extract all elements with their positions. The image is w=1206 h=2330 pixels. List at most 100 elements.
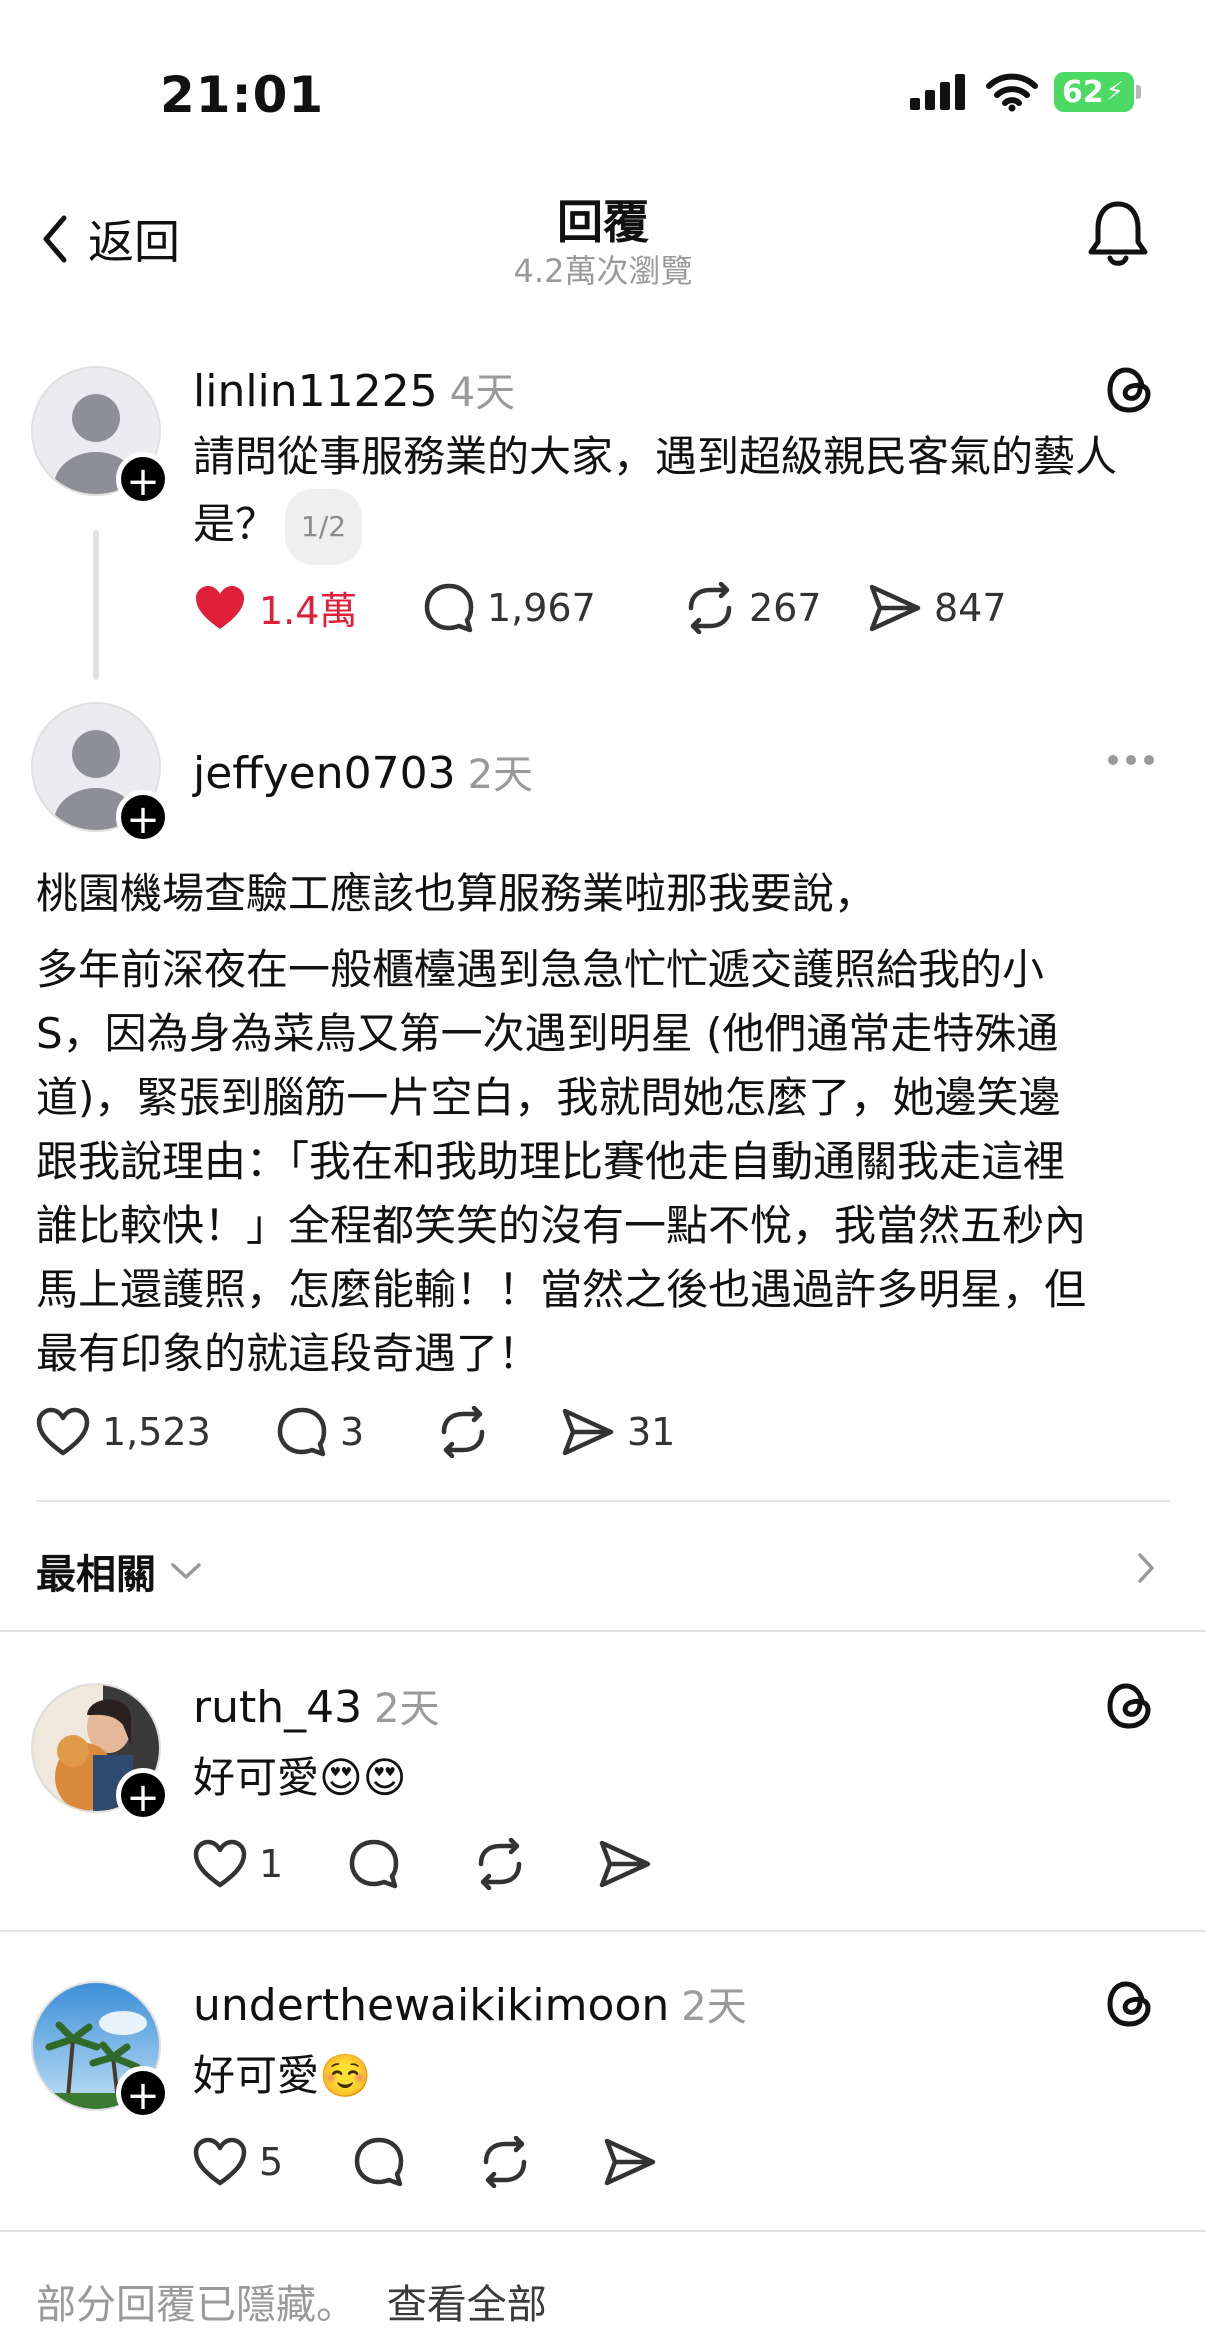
like-button[interactable]: 5 — [193, 2137, 353, 2187]
heart-filled-icon — [196, 585, 244, 629]
repost-button[interactable] — [478, 2136, 603, 2188]
cellular-signal-icon — [910, 74, 965, 110]
reply-time: 2天 — [467, 752, 534, 798]
post-username[interactable]: linlin11225 — [193, 366, 438, 417]
repost-icon — [483, 2136, 527, 2188]
page-title: 回覆 — [557, 195, 649, 249]
wifi-icon — [986, 73, 1038, 112]
like-count: 1.4萬 — [259, 589, 358, 633]
post-actions: 1.4萬 1,967 267 847 — [193, 580, 1007, 635]
status-time: 21:01 — [160, 66, 325, 124]
page-indicator[interactable]: 1/2 — [285, 489, 363, 565]
post-body: 請問從事服務業的大家，遇到超級親民客氣的藝人是？ 1/2 — [193, 425, 1153, 565]
share-count: 31 — [627, 1410, 676, 1454]
battery-level: 62 — [1062, 74, 1104, 110]
divider — [0, 1630, 1206, 1632]
notifications-button[interactable] — [1086, 198, 1150, 274]
repost-button[interactable] — [473, 1838, 598, 1890]
like-count: 1,523 — [102, 1410, 211, 1454]
reply-line: 跟我說理由：「我在和我助理比賽他走自動通關我走這裡 — [36, 1137, 1066, 1186]
reply-line: 最有印象的就這段奇遇了！ — [36, 1329, 541, 1378]
share-button[interactable] — [603, 2137, 657, 2187]
threads-icon — [1107, 367, 1151, 413]
repost-icon — [478, 1838, 522, 1890]
reply-line: 誰比較快！」全程都笑笑的沒有一點不悅，我當然五秒內 — [36, 1201, 1087, 1250]
repost-button[interactable] — [436, 1406, 561, 1458]
comment-count: 1,967 — [487, 585, 596, 630]
post-time: 4天 — [449, 370, 516, 416]
status-icons: 62 ⚡ — [910, 72, 1141, 112]
send-icon — [562, 1408, 614, 1456]
hidden-replies-notice: 部分回覆已隱藏。 查看全部 — [36, 2272, 547, 2330]
reply-line: 多年前深夜在一般櫃檯遇到急急忙忙遞交護照給我的小 — [36, 945, 1045, 994]
comment-username[interactable]: ruth_43 — [193, 1682, 362, 1733]
bell-icon — [1088, 201, 1148, 266]
threads-icon — [1107, 1981, 1151, 2027]
comment-time: 2天 — [681, 1984, 747, 2030]
comment-icon — [354, 2137, 404, 2187]
comment-text: 好可愛☺️ — [193, 2051, 372, 2100]
reply-line: 桃園機場查驗工應該也算服務業啦那我要說， — [36, 869, 877, 918]
comment-username[interactable]: underthewaikikimoon — [193, 1980, 669, 2031]
reply-username[interactable]: jeffyen0703 — [193, 748, 456, 799]
like-button[interactable]: 1 — [193, 1839, 348, 1889]
view-activity-button[interactable] — [1136, 1552, 1156, 1588]
battery-icon: 62 ⚡ — [1054, 72, 1141, 112]
more-options-button[interactable] — [1106, 752, 1156, 771]
send-icon — [599, 1840, 651, 1888]
threads-icon — [1107, 1683, 1151, 1729]
share-button[interactable]: 31 — [561, 1407, 675, 1457]
comment-button[interactable]: 3 — [276, 1406, 436, 1458]
hidden-replies-text: 部分回覆已隱藏。 — [36, 2282, 356, 2328]
threads-logo-button[interactable] — [1104, 1976, 1156, 2036]
comment-time: 2天 — [374, 1686, 440, 1732]
like-count: 1 — [259, 1842, 284, 1886]
comment-icon — [277, 1407, 327, 1457]
sort-dropdown[interactable]: 最相關 — [36, 1542, 202, 1600]
sort-label: 最相關 — [36, 1552, 156, 1598]
comment-icon — [349, 1839, 399, 1889]
share-count: 847 — [934, 585, 1007, 630]
repost-button[interactable]: 267 — [683, 581, 868, 634]
repost-icon — [441, 1406, 485, 1458]
like-button[interactable]: 1,523 — [36, 1407, 276, 1457]
share-button[interactable] — [598, 1839, 652, 1889]
like-button[interactable]: 1.4萬 — [193, 580, 423, 635]
repost-icon — [688, 581, 732, 634]
reply-body: 桃園機場查驗工應該也算服務業啦那我要說， 多年前深夜在一般櫃檯遇到急急忙忙遞交護… — [36, 862, 1176, 1386]
comment-button[interactable] — [353, 2136, 478, 2188]
follow-button[interactable]: + — [116, 1768, 170, 1822]
reply-line: 道)，緊張到腦筋一片空白，我就問她怎麼了，她邊笑邊 — [36, 1073, 1061, 1122]
share-button[interactable]: 847 — [868, 583, 1007, 633]
comment-icon — [424, 583, 474, 632]
follow-button[interactable]: + — [116, 2066, 170, 2120]
view-count: 4.2萬次瀏覽 — [513, 252, 693, 290]
send-icon — [869, 584, 921, 631]
comment-actions: 1 — [193, 1838, 652, 1890]
comment-count: 3 — [340, 1410, 365, 1454]
heart-icon — [193, 1839, 247, 1888]
threads-logo-button[interactable] — [1104, 362, 1156, 422]
thread-line — [93, 530, 99, 680]
heart-icon — [36, 1407, 90, 1456]
comment-button[interactable] — [348, 1838, 473, 1890]
comment-button[interactable]: 1,967 — [423, 582, 683, 634]
reply-line: S，因為身為菜鳥又第一次遇到明星 (他們通常走特殊通 — [36, 1009, 1059, 1058]
reply-actions: 1,523 3 31 — [36, 1406, 675, 1458]
divider — [0, 1930, 1206, 1932]
follow-button[interactable]: + — [116, 790, 170, 844]
heart-icon — [193, 2137, 247, 2186]
chevron-down-icon — [171, 1563, 201, 1579]
comment-text: 好可愛😍😍 — [193, 1753, 407, 1802]
like-count: 5 — [259, 2140, 284, 2184]
chevron-right-icon — [1138, 1553, 1154, 1583]
comment-actions: 5 — [193, 2136, 657, 2188]
more-horizontal-icon — [1108, 755, 1154, 765]
divider — [0, 2230, 1206, 2232]
send-icon — [604, 2138, 656, 2186]
reply-line: 馬上還護照，怎麼能輸！！當然之後也遇過許多明星，但 — [36, 1265, 1087, 1314]
divider — [36, 1500, 1170, 1502]
threads-logo-button[interactable] — [1104, 1678, 1156, 1738]
follow-button[interactable]: + — [116, 452, 170, 506]
view-all-link[interactable]: 查看全部 — [387, 2282, 547, 2328]
